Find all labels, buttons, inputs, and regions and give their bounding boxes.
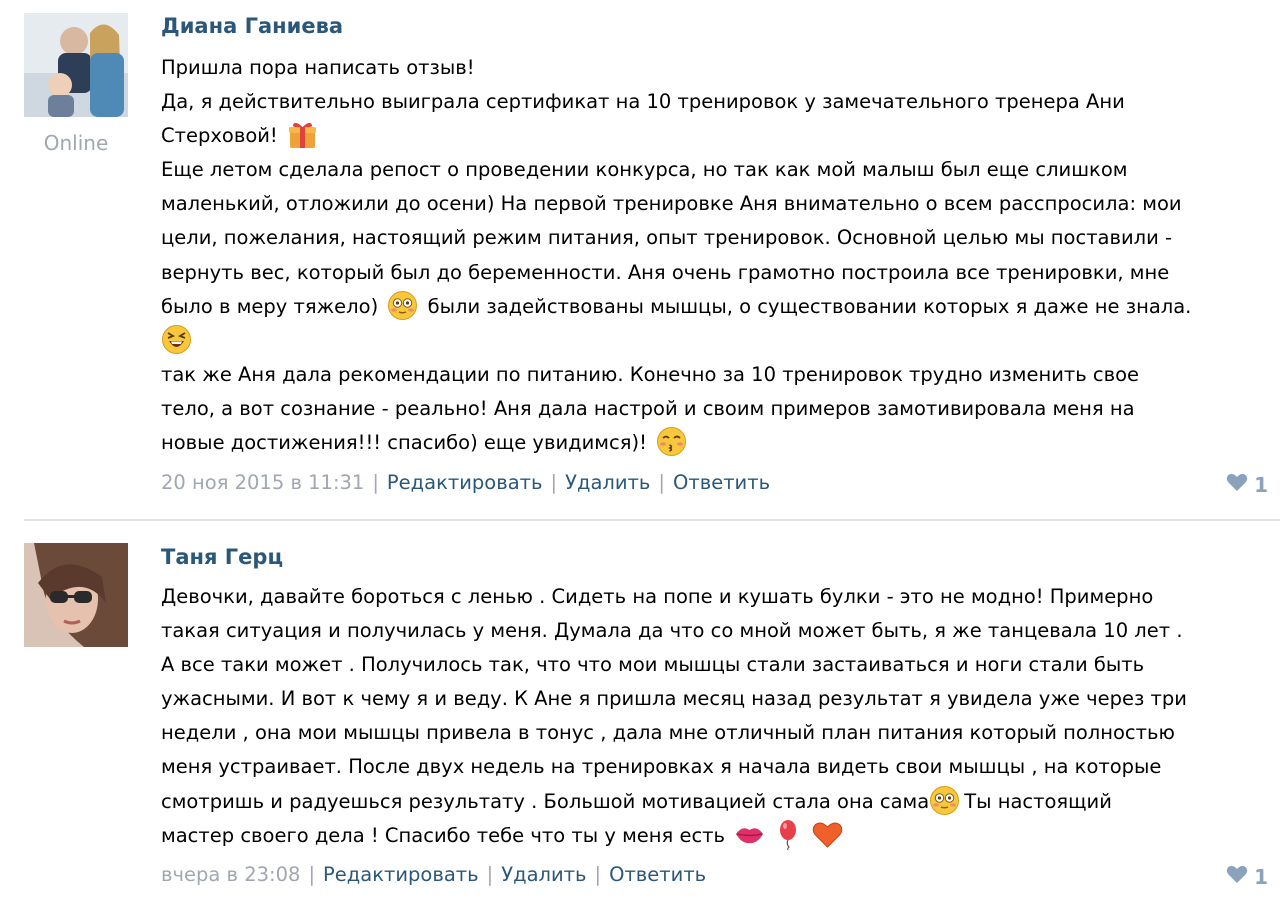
comment-line: вернуть вес, который был до беременности… [161,260,1170,284]
comment-date[interactable]: вчера в 23:08 [161,863,300,886]
like-button[interactable]: 1 [1226,473,1268,497]
divider [24,519,1280,521]
separator: | [658,471,665,494]
laughing-emoji [161,324,192,355]
comment-line: маленький, отложили до осени) На первой … [161,192,1182,216]
comment-line: Да, я действительно выиграла сертификат … [161,90,1125,114]
online-status: Online [43,131,109,155]
separator: | [308,863,316,886]
flushed-emoji [387,290,418,321]
like-button[interactable]: 1 [1226,865,1268,889]
comment: Таня Герц Девочки, давайте бороться с ле… [0,522,1280,901]
delete-link[interactable]: Удалить [565,471,650,494]
comment-line: недели , она мои мышцы привела в тонус ,… [161,721,1175,745]
comment-footer: 20 ноя 2015 в 11:31 | Редактировать | Удалит… [161,471,770,494]
reply-link[interactable]: Ответить [609,863,706,886]
kiss-emoji [656,426,687,457]
like-count: 1 [1254,473,1268,497]
comment-line: так же Аня дала рекомендации по питанию.… [161,362,1140,386]
heart-icon [1226,473,1248,497]
comment-line: ужасными. И вот к чему я и веду. К Ане я… [161,687,1187,711]
comment-line: новые достижения!!! спасибо) еще увидимс… [161,431,647,455]
comment-line: цели, пожелания, настоящий режим питания… [161,226,1173,250]
comment-text: Пришла пора написать отзыв! Да, я действ… [161,51,1266,460]
avatar[interactable] [24,13,128,117]
comment-line: Пришла пора написать отзыв! [161,56,475,79]
edit-link[interactable]: Редактировать [387,471,543,494]
flushed-emoji [929,785,960,816]
comment-line: А все таки может . Получилось так, что ч… [161,653,1145,677]
lips-emoji [734,819,765,850]
separator: | [486,863,494,886]
comment-line: такая ситуация и получилась у меня. Дума… [161,619,1183,643]
comment-line: Девочки, давайте бороться с ленью . Сиде… [161,585,1154,608]
comment-line: Еще летом сделала репост о проведении ко… [161,158,1128,182]
author-name[interactable]: Таня Герц [161,545,283,569]
avatar[interactable] [24,543,128,647]
comment-line: мастер своего дела ! Спасибо тебе что ты… [161,823,726,847]
heart-icon [1226,865,1248,889]
comment-footer: вчера в 23:08 | Редактировать | Удалить | Отве… [161,863,706,886]
author-name[interactable]: Диана Ганиева [161,14,343,38]
comment-line: смотришь и радуешься результату . Большо… [161,789,930,813]
comment-line: Стерховой! [161,124,278,148]
like-count: 1 [1254,865,1268,889]
comment-text: Девочки, давайте бороться с ленью . Сиде… [161,580,1266,853]
heart-emoji [812,819,843,850]
comment-line: было в меру тяжело) [161,294,379,318]
separator: | [550,471,558,494]
separator: | [594,863,602,886]
gift-emoji [287,119,318,150]
delete-link[interactable]: Удалить [501,863,586,886]
comment-line: меня устраивает. После двух недель на тр… [161,755,1162,779]
edit-link[interactable]: Редактировать [323,863,479,886]
comment-line: Ты настоящий [964,789,1112,813]
separator: | [372,471,379,494]
reply-link[interactable]: Ответить [673,471,770,494]
comment: Online Диана Ганиева Пришла пора написат… [0,0,1280,520]
balloon-emoji [777,819,799,850]
comment-line: тело, а вот сознание - реально! Аня дала… [161,396,1135,420]
comment-line: были задействованы мышцы, о существовани… [427,294,1192,318]
comment-date[interactable]: 20 ноя 2015 в 11:31 [161,471,364,494]
